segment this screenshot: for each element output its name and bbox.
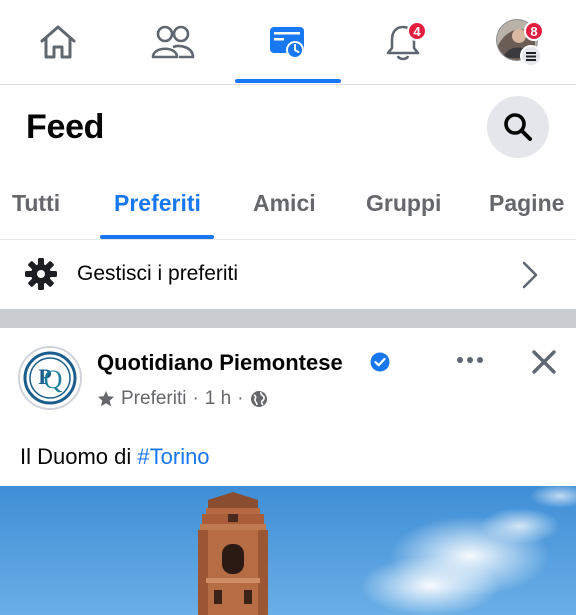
logo-letter-q: Q [44, 365, 63, 394]
meta-separator: · [237, 388, 244, 409]
section-divider [0, 309, 576, 328]
cathedral-tower-photo [0, 486, 576, 615]
post-text: Il Duomo di #Torino [20, 444, 210, 470]
profile-menu-badge: 8 [524, 21, 544, 41]
manage-favorites-label: Gestisci i preferiti [77, 262, 239, 285]
feeds-icon [269, 27, 304, 59]
quotidiano-piemontese-logo-icon: P Q [23, 351, 77, 405]
more-dots-icon [457, 357, 483, 363]
chevron-right-icon [522, 261, 538, 289]
nav-home[interactable] [0, 0, 115, 84]
tab-pagine[interactable]: Pagine [489, 190, 564, 217]
tab-tutti[interactable]: Tutti [12, 190, 60, 217]
page-title: Feed [26, 108, 105, 146]
active-tab-indicator [100, 235, 214, 239]
page-avatar[interactable]: P Q [18, 346, 82, 410]
home-icon [40, 25, 75, 59]
top-navigation-bar: 4 8 [0, 0, 576, 85]
hashtag-link[interactable]: #Torino [137, 444, 209, 469]
tab-amici[interactable]: Amici [253, 190, 316, 217]
post-author-name[interactable]: Quotidiano Piemontese [97, 350, 343, 376]
post-meta-label: Preferiti [121, 388, 187, 409]
gear-icon [25, 258, 57, 290]
nav-profile-menu[interactable] [461, 0, 576, 84]
tab-preferiti[interactable]: Preferiti [114, 190, 201, 217]
notifications-badge: 4 [407, 21, 427, 41]
post-timestamp[interactable]: 1 h [205, 388, 231, 410]
nav-friends[interactable] [115, 0, 230, 84]
meta-separator: · [192, 388, 199, 409]
star-icon [98, 391, 114, 407]
feed-header: Feed [0, 86, 576, 168]
friends-icon [151, 25, 194, 59]
post-hide-button[interactable] [528, 346, 560, 378]
post-more-options-button[interactable] [452, 348, 488, 372]
nav-active-indicator [235, 79, 341, 83]
search-button[interactable] [487, 96, 549, 158]
globe-icon [250, 391, 267, 407]
manage-favorites-row[interactable]: Gestisci i preferiti [0, 241, 576, 309]
nav-feeds[interactable] [230, 0, 345, 84]
tab-gruppi[interactable]: Gruppi [366, 190, 441, 217]
feed-post: P Q Quotidiano Piemontese Preferiti · 1 … [0, 328, 576, 615]
post-meta: Preferiti · 1 h · [97, 388, 268, 410]
post-photo[interactable] [0, 486, 576, 615]
nav-notifications[interactable] [345, 0, 460, 84]
close-icon [532, 350, 556, 374]
verified-badge-icon [370, 352, 390, 372]
search-icon [504, 113, 532, 141]
feed-filter-tabs: Tutti Preferiti Amici Gruppi Pagine [0, 168, 576, 240]
post-text-prefix: Il Duomo di [20, 444, 138, 469]
